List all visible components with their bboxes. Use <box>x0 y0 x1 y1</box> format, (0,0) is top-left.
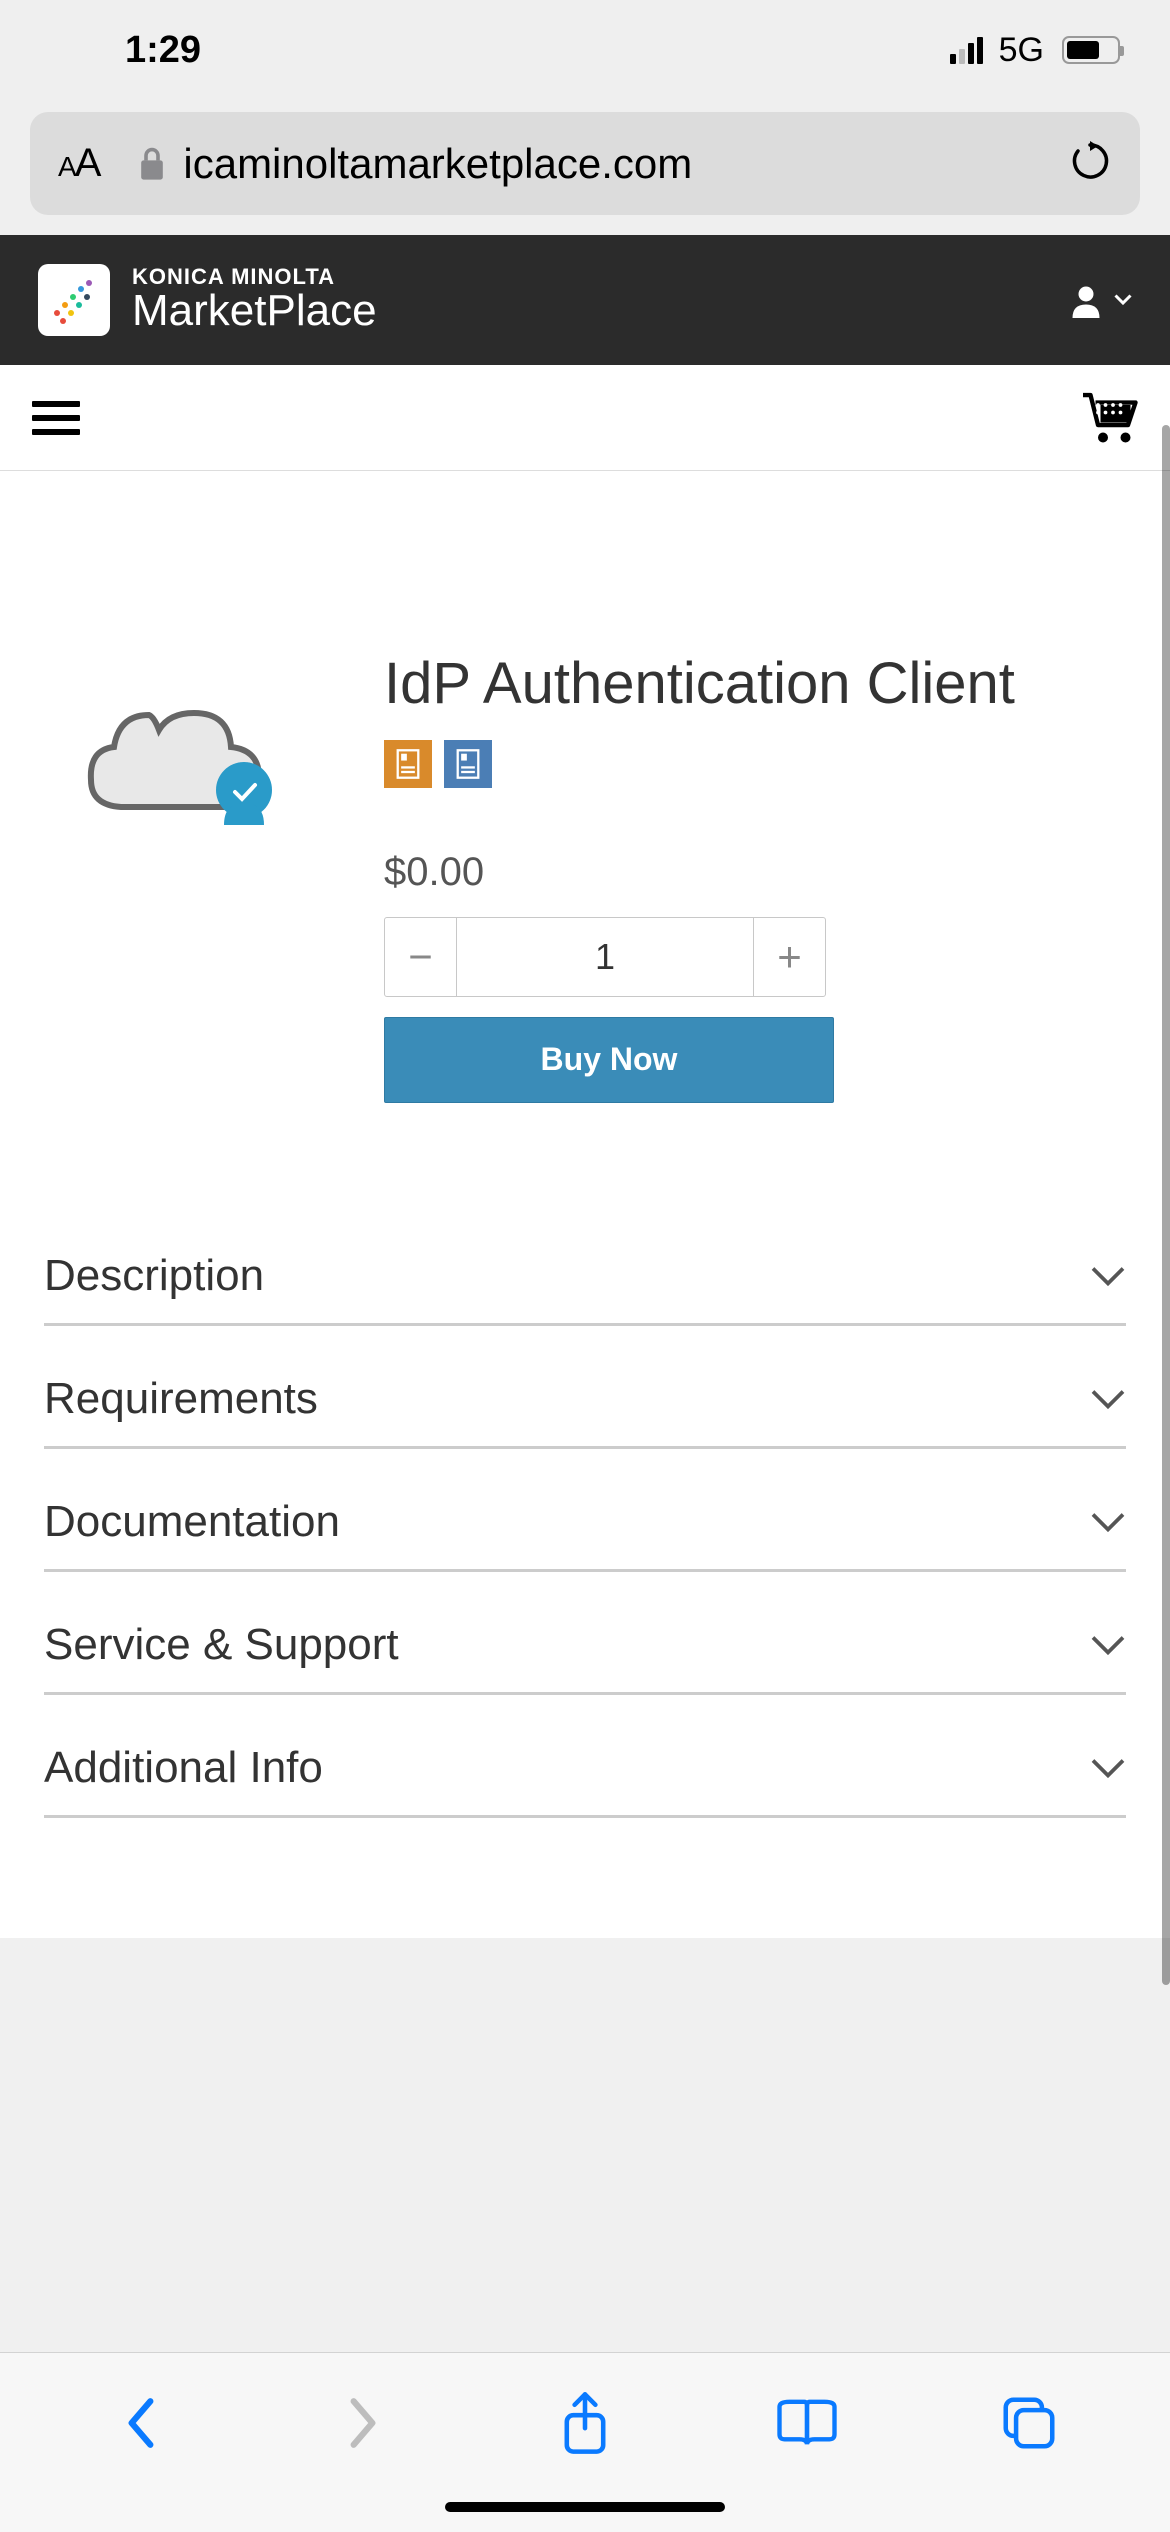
badge-printer-blue-icon <box>444 740 492 788</box>
menu-button[interactable] <box>32 401 80 435</box>
accordion-label: Description <box>44 1251 264 1301</box>
badge-printer-orange-icon <box>384 740 432 788</box>
address-bar[interactable]: AA icaminoltamarketplace.com <box>30 112 1140 215</box>
chevron-down-icon <box>1114 294 1132 306</box>
product-price: $0.00 <box>384 850 1126 895</box>
text-size-control[interactable]: AA <box>58 141 99 186</box>
cart-button[interactable] <box>1078 386 1138 449</box>
share-icon <box>559 2389 611 2457</box>
chevron-left-icon <box>121 2395 161 2451</box>
chevron-down-icon <box>1090 1757 1126 1779</box>
person-icon <box>1068 282 1104 318</box>
signal-icon <box>950 37 983 64</box>
forward-button[interactable] <box>328 2388 398 2458</box>
accordion-item-description[interactable]: Description <box>44 1203 1126 1326</box>
accordion-label: Service & Support <box>44 1620 399 1670</box>
accordion-item-documentation[interactable]: Documentation <box>44 1449 1126 1572</box>
brand-logo[interactable]: KONICA MINOLTA MarketPlace <box>38 264 377 336</box>
bookmarks-button[interactable] <box>772 2388 842 2458</box>
page-toolbar <box>0 365 1170 471</box>
quantity-value[interactable]: 1 <box>457 918 753 996</box>
quantity-increase-button[interactable]: + <box>753 918 825 996</box>
brand-name-line2: MarketPlace <box>132 286 377 336</box>
buy-now-button[interactable]: Buy Now <box>384 1017 834 1103</box>
accordion-item-additional-info[interactable]: Additional Info <box>44 1695 1126 1818</box>
status-right: 5G <box>950 31 1120 70</box>
lock-icon <box>137 146 167 182</box>
accordion-item-requirements[interactable]: Requirements <box>44 1326 1126 1449</box>
accordion-label: Requirements <box>44 1374 318 1424</box>
quantity-stepper: − 1 + <box>384 917 826 997</box>
share-button[interactable] <box>550 2388 620 2458</box>
site-header: KONICA MINOLTA MarketPlace <box>0 235 1170 365</box>
accordion-label: Additional Info <box>44 1743 323 1793</box>
product-accordion: Description Requirements Documentation S… <box>0 1163 1170 1938</box>
product-icon <box>44 651 324 1103</box>
url-display[interactable]: icaminoltamarketplace.com <box>183 140 1048 188</box>
chevron-down-icon <box>1090 1511 1126 1533</box>
back-button[interactable] <box>106 2388 176 2458</box>
product-details: IdP Authentication Client $0.00 <box>384 651 1126 1103</box>
chevron-down-icon <box>1090 1388 1126 1410</box>
home-indicator[interactable] <box>445 2502 725 2512</box>
battery-icon <box>1062 36 1120 64</box>
product-section: IdP Authentication Client $0.00 <box>0 471 1170 1163</box>
accordion-item-service-support[interactable]: Service & Support <box>44 1572 1126 1695</box>
accordion-label: Documentation <box>44 1497 340 1547</box>
book-icon <box>772 2395 842 2451</box>
chevron-right-icon <box>343 2395 383 2451</box>
chevron-down-icon <box>1090 1634 1126 1656</box>
status-bar: 1:29 5G <box>0 0 1170 100</box>
status-time: 1:29 <box>125 29 201 72</box>
reload-icon[interactable] <box>1068 139 1112 188</box>
tabs-button[interactable] <box>994 2388 1064 2458</box>
compatibility-badges <box>384 740 1126 788</box>
product-title: IdP Authentication Client <box>384 651 1126 718</box>
account-menu[interactable] <box>1068 282 1132 318</box>
address-bar-container: AA icaminoltamarketplace.com <box>0 100 1170 235</box>
chevron-down-icon <box>1090 1265 1126 1287</box>
network-label: 5G <box>999 31 1044 70</box>
quantity-decrease-button[interactable]: − <box>385 918 457 996</box>
scroll-indicator <box>1162 425 1170 1985</box>
cart-icon <box>1078 386 1138 444</box>
tabs-icon <box>998 2392 1060 2454</box>
